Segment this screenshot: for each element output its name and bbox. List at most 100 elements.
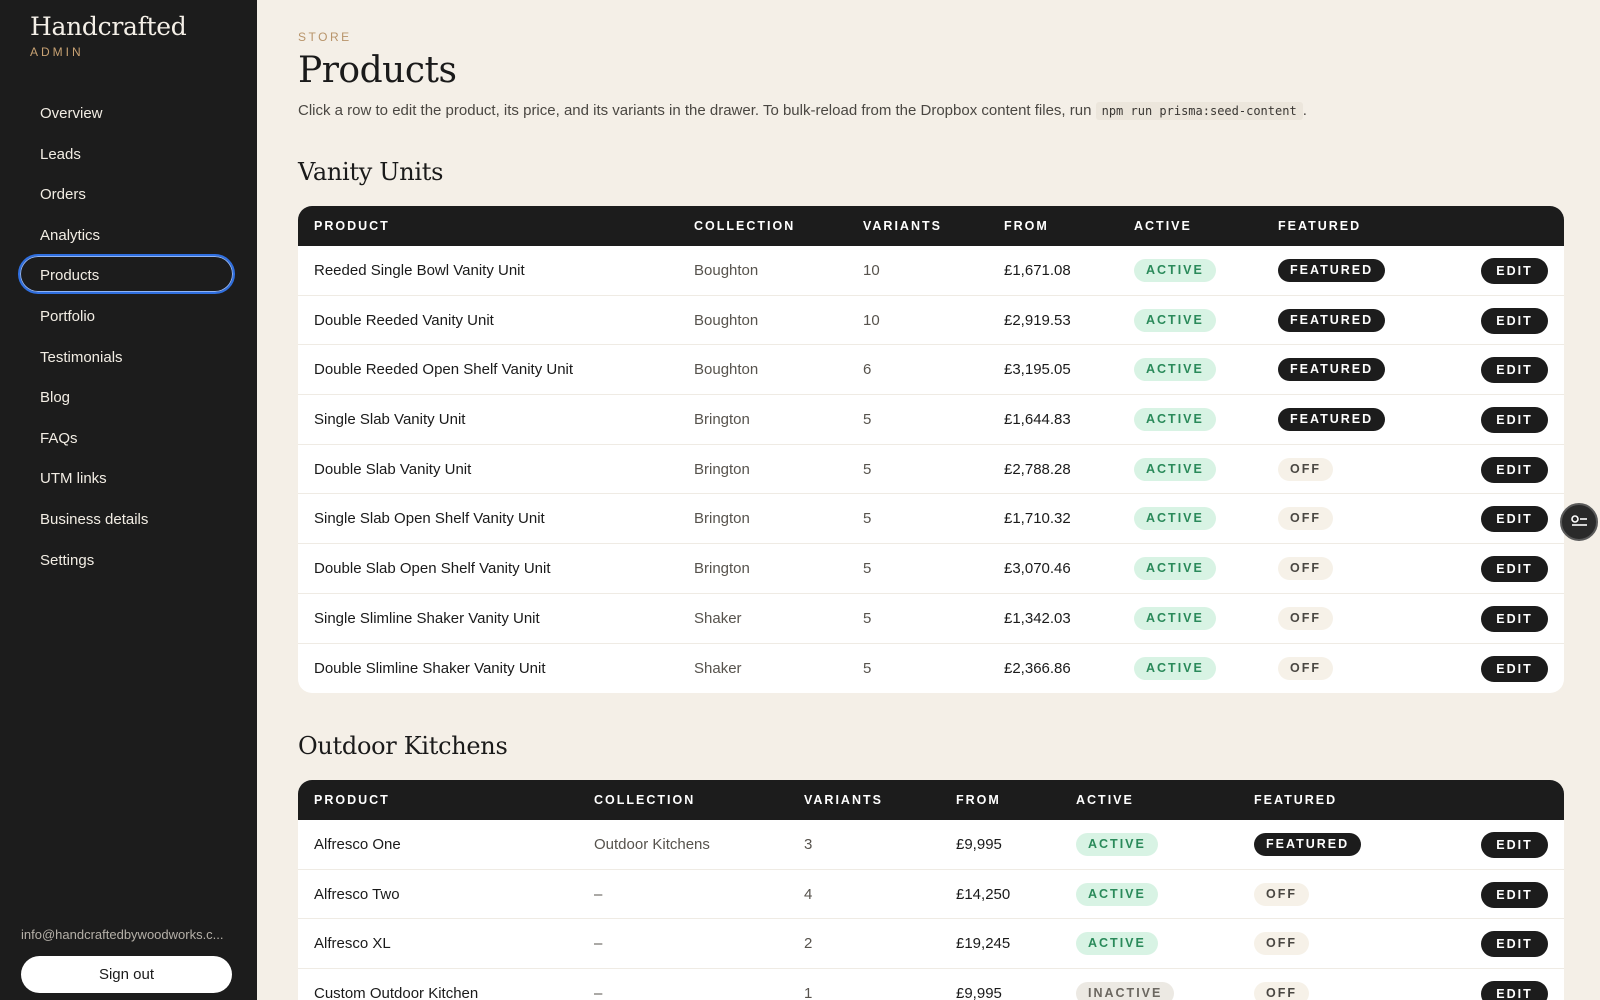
sidebar-item-faqs[interactable]: FAQs — [18, 417, 235, 457]
product-collection: Outdoor Kitchens — [594, 836, 710, 853]
edit-button[interactable]: EDIT — [1481, 832, 1548, 858]
table-row[interactable]: Alfresco XL – 2 £19,245 ACTIVE OFF EDIT — [298, 919, 1564, 970]
product-collection: Brington — [694, 460, 750, 478]
table-row[interactable]: Double Slimline Shaker Vanity Unit Shaker… — [298, 644, 1564, 694]
product-price: £9,995 — [956, 836, 1002, 853]
product-price: £1,342.03 — [1004, 609, 1071, 627]
table-row[interactable]: Double Slab Vanity Unit Brington 5 £2,788.2… — [298, 445, 1564, 495]
featured-status-badge[interactable]: FEATURED — [1278, 408, 1386, 432]
active-status-badge[interactable]: ACTIVE — [1134, 259, 1216, 282]
active-status-badge[interactable]: ACTIVE — [1076, 932, 1158, 956]
sidebar-item-products[interactable]: Products — [18, 254, 235, 295]
featured-status-badge[interactable]: OFF — [1254, 882, 1309, 906]
edit-button[interactable]: EDIT — [1481, 655, 1548, 682]
featured-status-badge[interactable]: OFF — [1278, 557, 1333, 581]
sidebar-item-portfolio[interactable]: Portfolio — [18, 295, 235, 335]
table-row[interactable]: Single Slimline Shaker Vanity Unit Shaker… — [298, 594, 1564, 644]
column-header-from[interactable]: FROM — [956, 780, 1001, 820]
column-header-collection[interactable]: COLLECTION — [694, 206, 795, 246]
column-header-variants[interactable]: VARIANTS — [804, 780, 883, 820]
active-status-badge[interactable]: ACTIVE — [1134, 606, 1216, 630]
table-row[interactable]: Reeded Single Bowl Vanity Unit Boughton 10… — [298, 246, 1564, 296]
column-header-collection[interactable]: COLLECTION — [594, 780, 695, 820]
product-name: Alfresco Two — [314, 885, 400, 903]
sidebar-item-business-details[interactable]: Business details — [18, 498, 235, 538]
active-status-badge[interactable]: ACTIVE — [1134, 507, 1216, 531]
sidebar-item-orders[interactable]: Orders — [18, 173, 235, 213]
product-name: Alfresco XL — [314, 935, 391, 953]
edit-button[interactable]: EDIT — [1481, 506, 1548, 533]
featured-status-badge[interactable]: OFF — [1278, 507, 1333, 531]
product-name: Double Reeded Open Shelf Vanity Unit — [314, 361, 574, 379]
featured-status-badge[interactable]: FEATURED — [1278, 308, 1386, 332]
column-header-from[interactable]: FROM — [1004, 206, 1049, 246]
edit-button[interactable]: EDIT — [1481, 881, 1548, 908]
product-price: £14,250 — [956, 885, 1011, 903]
active-status-badge[interactable]: ACTIVE — [1134, 308, 1216, 332]
sidebar-item-blog[interactable]: Blog — [18, 376, 235, 416]
featured-status-badge[interactable]: FEATURED — [1278, 259, 1386, 282]
edit-button[interactable]: EDIT — [1481, 605, 1548, 632]
account-email: info@handcraftedbywoodworks.c... — [21, 927, 224, 942]
table-row[interactable]: Alfresco Two – 4 £14,250 ACTIVE OFF EDIT — [298, 870, 1564, 920]
column-header-product[interactable]: PRODUCT — [314, 206, 390, 246]
table-row[interactable]: Single Slab Vanity Unit Brington 5 £1,644.8… — [298, 395, 1564, 445]
sidebar-item-leads[interactable]: Leads — [18, 133, 235, 173]
floating-action-button[interactable] — [1560, 503, 1598, 541]
column-header-active[interactable]: ACTIVE — [1076, 780, 1134, 820]
active-status-badge[interactable]: ACTIVE — [1134, 656, 1216, 680]
edit-button[interactable]: EDIT — [1481, 456, 1548, 483]
product-price: £1,671.08 — [1004, 262, 1071, 279]
edit-button[interactable]: EDIT — [1481, 981, 1548, 1000]
table-row[interactable]: Custom Outdoor Kitchen – 1 £9,995 INACTIVE OF… — [298, 969, 1564, 1000]
table-row[interactable]: Single Slab Open Shelf Vanity Unit Bringt… — [298, 494, 1564, 545]
sidebar-item-utm-links[interactable]: UTM links — [18, 457, 235, 497]
edit-button[interactable]: EDIT — [1481, 407, 1548, 434]
featured-status-badge[interactable]: OFF — [1278, 457, 1333, 481]
featured-status-badge[interactable]: FEATURED — [1254, 833, 1362, 856]
sidebar-item-settings[interactable]: Settings — [18, 539, 235, 579]
featured-status-badge[interactable]: OFF — [1278, 656, 1333, 680]
product-name: Single Slimline Shaker Vanity Unit — [314, 609, 540, 627]
edit-button[interactable]: EDIT — [1481, 556, 1548, 583]
product-collection: Brington — [694, 411, 750, 429]
table-row[interactable]: Alfresco One Outdoor Kitchens 3 £9,995 ACTIV… — [298, 820, 1564, 870]
product-collection: Brington — [694, 510, 750, 528]
sign-out-button[interactable]: Sign out — [21, 956, 232, 993]
active-status-badge[interactable]: ACTIVE — [1076, 882, 1158, 906]
featured-status-badge[interactable]: OFF — [1254, 982, 1309, 1000]
column-header-active[interactable]: ACTIVE — [1134, 206, 1192, 246]
sidebar-item-overview[interactable]: Overview — [18, 92, 235, 132]
column-header-product[interactable]: PRODUCT — [314, 780, 390, 820]
table-row[interactable]: Double Slab Open Shelf Vanity Unit Bringt… — [298, 544, 1564, 594]
featured-status-badge[interactable]: OFF — [1278, 606, 1333, 630]
sidebar-item-testimonials[interactable]: Testimonials — [18, 336, 235, 376]
edit-button[interactable]: EDIT — [1481, 258, 1548, 284]
featured-status-badge[interactable]: OFF — [1254, 932, 1309, 956]
brand-logo[interactable]: Handcrafted ADMIN — [30, 12, 187, 59]
active-status-badge[interactable]: ACTIVE — [1134, 358, 1216, 382]
product-price: £3,070.46 — [1004, 560, 1071, 578]
active-status-badge[interactable]: ACTIVE — [1134, 557, 1216, 581]
product-variants: 5 — [863, 659, 872, 677]
sidebar-item-analytics[interactable]: Analytics — [18, 214, 235, 254]
edit-button[interactable]: EDIT — [1481, 307, 1548, 334]
table-row[interactable]: Double Reeded Open Shelf Vanity Unit Boug… — [298, 345, 1564, 396]
section-title: Outdoor Kitchens — [298, 732, 508, 760]
product-price: £9,995 — [956, 985, 1002, 1000]
active-status-badge[interactable]: ACTIVE — [1134, 457, 1216, 481]
edit-button[interactable]: EDIT — [1481, 931, 1548, 958]
table-row[interactable]: Double Reeded Vanity Unit Boughton 10 £2,91… — [298, 296, 1564, 346]
column-header-featured[interactable]: FEATURED — [1254, 780, 1337, 820]
active-status-badge[interactable]: ACTIVE — [1134, 408, 1216, 432]
product-collection: Boughton — [694, 311, 759, 329]
product-name: Double Reeded Vanity Unit — [314, 311, 494, 329]
active-status-badge[interactable]: ACTIVE — [1076, 833, 1158, 856]
edit-button[interactable]: EDIT — [1481, 357, 1548, 384]
column-header-variants[interactable]: VARIANTS — [863, 206, 942, 246]
products-table: PRODUCT COLLECTION VARIANTS FROM ACTIVE FEATU… — [298, 206, 1564, 694]
featured-status-badge[interactable]: FEATURED — [1278, 358, 1386, 382]
column-header-featured[interactable]: FEATURED — [1278, 206, 1361, 246]
active-status-badge[interactable]: INACTIVE — [1076, 982, 1175, 1000]
product-collection: Shaker — [694, 659, 742, 677]
